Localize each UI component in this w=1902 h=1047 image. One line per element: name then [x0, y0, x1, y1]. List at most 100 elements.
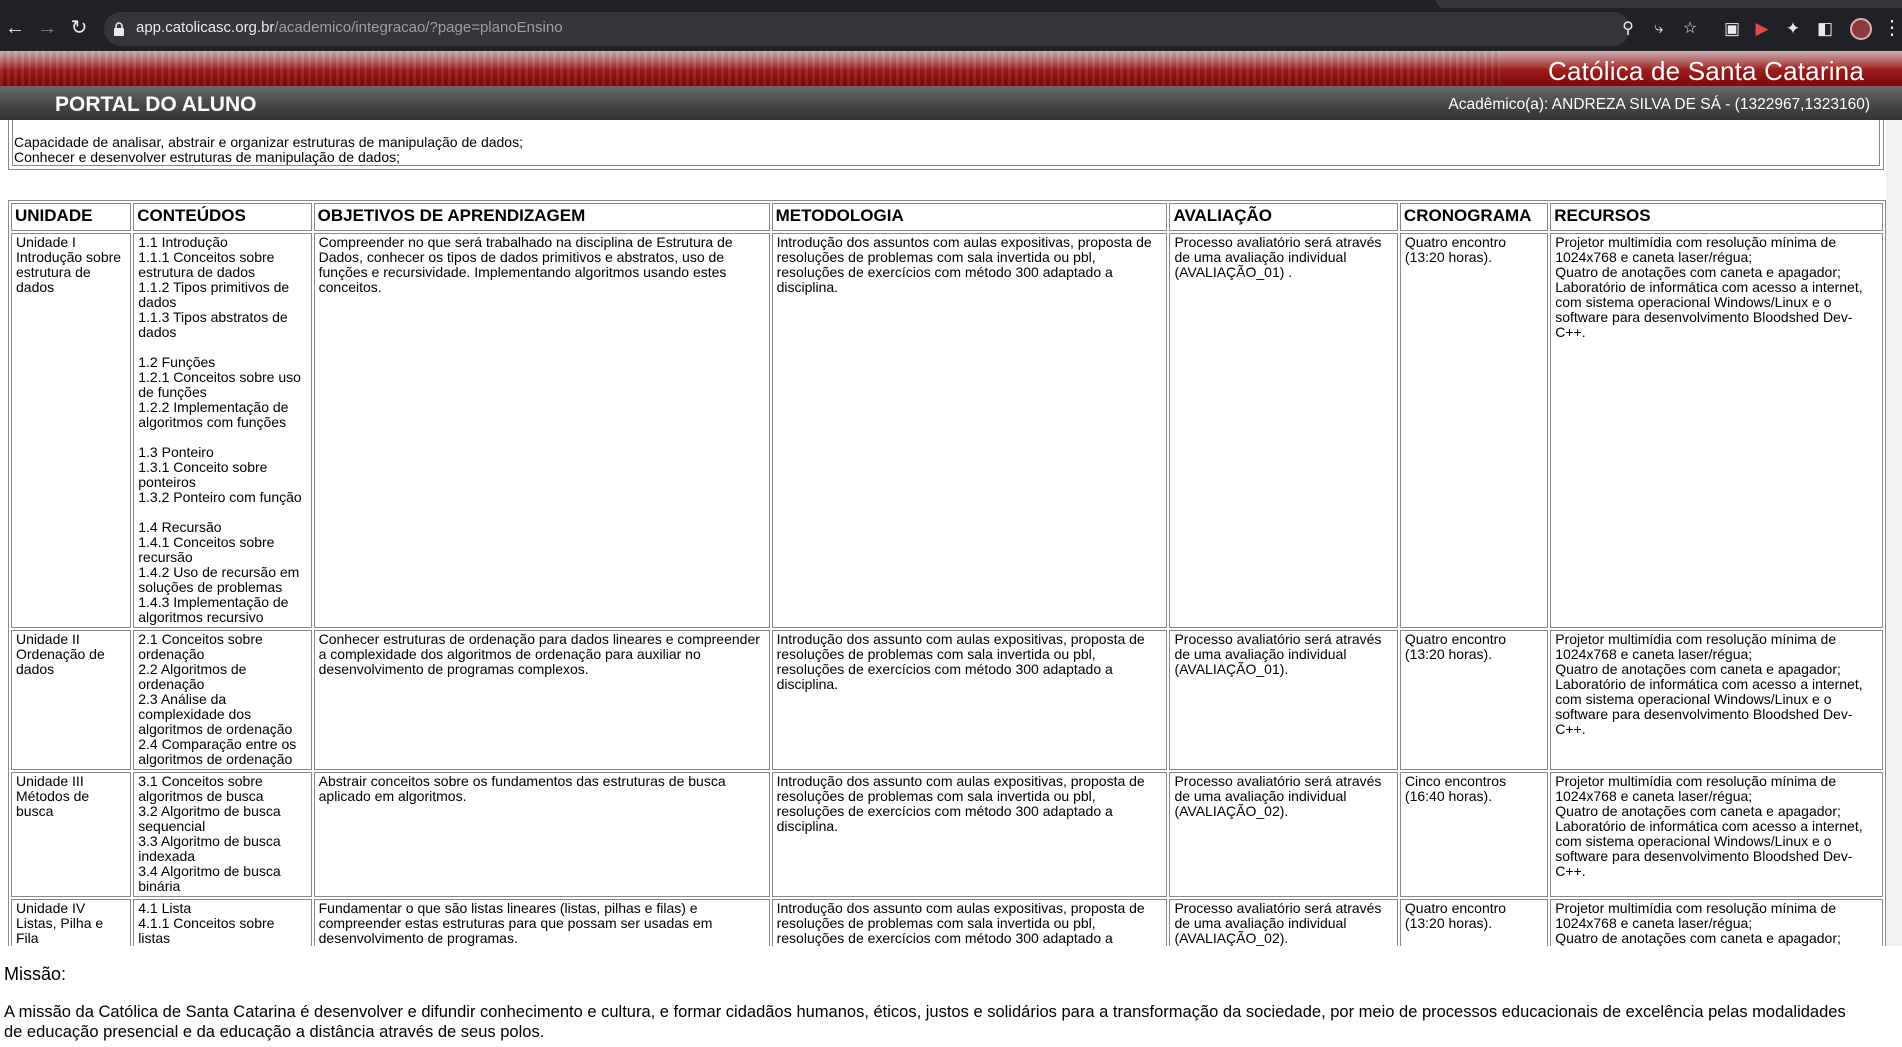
conteudo-item: 2.4 Comparação entre os algoritmos de or… [138, 736, 297, 767]
recurso-item: Laboratório de informática com acesso a … [1555, 818, 1863, 879]
header-metodologia: METODOLOGIA [771, 203, 1168, 231]
banner-texture [0, 51, 1500, 86]
cell-unidade: Unidade III Métodos de busca [11, 772, 132, 897]
sidebar-icon[interactable]: ◧ [1814, 18, 1836, 40]
extension-red-icon[interactable]: ▶ [1751, 18, 1773, 40]
header-cronograma: CRONOGRAMA [1399, 203, 1549, 231]
recurso-item: Projetor multimídia com resolução mínima… [1555, 773, 1837, 804]
share-icon[interactable]: ⤷ [1649, 19, 1669, 39]
conteudo-item: 1.1.2 Tipos primitivos de dados [138, 279, 290, 310]
recurso-item: Quatro de anotações com caneta e apagado… [1555, 803, 1841, 819]
cell-cronograma: Quatro encontro (13:20 horas). [1399, 630, 1549, 770]
recurso-item: Quatro de anotações com caneta e apagado… [1555, 661, 1841, 677]
browser-toolbar: ← → ↻ app.catolicasc.org.br/academico/in… [0, 0, 1902, 51]
cell-objetivos: Conhecer estruturas de ordenação para da… [313, 630, 770, 770]
url-text[interactable]: app.catolicasc.org.br/academico/integrac… [136, 19, 563, 36]
previous-line-2: Conhecer e desenvolver estruturas de man… [14, 149, 401, 165]
conteudo-item: 3.3 Algoritmo de busca indexada [138, 833, 281, 864]
site-banner: Católica de Santa Catarina [0, 51, 1902, 86]
conteudo-item: 1.1.3 Tipos abstratos de dados [138, 309, 288, 340]
star-icon[interactable]: ☆ [1680, 19, 1700, 39]
conteudo-item: 4.1 Lista [138, 900, 192, 916]
portal-bar: PORTAL DO ALUNO Acadêmico(a): ANDREZA SI… [0, 86, 1902, 120]
back-icon[interactable]: ← [4, 17, 26, 39]
cell-metodologia: Introdução dos assuntos com aulas exposi… [771, 233, 1168, 628]
cell-conteudos: 2.1 Conceitos sobre ordenação 2.2 Algorit… [133, 630, 312, 770]
conteudo-item: 1.2.1 Conceitos sobre uso de funções [138, 369, 301, 400]
reload-icon[interactable]: ↻ [68, 17, 90, 39]
table-row: Unidade IV Listas, Pilha e Fila 4.1 Lista… [11, 899, 1883, 946]
cell-objetivos: Compreender no que será trabalhado na di… [313, 233, 770, 628]
recurso-item: Laboratório de informática com acesso a … [1555, 279, 1863, 340]
portal-title: PORTAL DO ALUNO [55, 93, 257, 116]
forward-icon[interactable]: → [36, 17, 58, 39]
cell-avaliacao: Processo avaliatório será através de uma… [1169, 233, 1398, 628]
table-header-row: UNIDADE CONTEÚDOS OBJETIVOS DE APRENDIZA… [11, 203, 1883, 231]
cell-objetivos: Fundamentar o que são listas lineares (l… [313, 899, 770, 946]
conteudo-item: 3.2 Algoritmo de busca sequencial [138, 803, 281, 834]
recurso-item: Laboratório de informática com acesso a … [1555, 676, 1863, 737]
table-row: Unidade III Métodos de busca 3.1 Conceito… [11, 772, 1883, 897]
student-info: Acadêmico(a): ANDREZA SILVA DE SÁ - (132… [1448, 96, 1870, 113]
conteudo-item: 3.1 Conceitos sobre algoritmos de busca [138, 773, 264, 804]
cell-unidade: Unidade IV Listas, Pilha e Fila [11, 899, 132, 946]
cell-avaliacao: Processo avaliatório será através de uma… [1169, 630, 1398, 770]
conteudo-item: 1.1.1 Conceitos sobre estrutura de dados [138, 249, 275, 280]
header-unidade: UNIDADE [11, 203, 132, 231]
recurso-item: Quatro de anotações com caneta e apagado… [1555, 264, 1841, 280]
zoom-icon[interactable]: ⚲ [1618, 19, 1638, 39]
cell-recursos: Projetor multimídia com resolução mínima… [1550, 772, 1883, 897]
conteudo-item: 1.4.3 Implementação de algoritmos recurs… [138, 594, 289, 625]
conteudo-item: 1.2.2 Implementação de algoritmos com fu… [138, 399, 289, 430]
cell-conteudos: 3.1 Conceitos sobre algoritmos de busca 3… [133, 772, 312, 897]
vertical-scrollbar[interactable] [1886, 120, 1902, 946]
conteudo-item: 2.3 Análise da complexidade dos algoritm… [138, 691, 293, 737]
cell-metodologia: Introdução dos assunto com aulas exposit… [771, 772, 1168, 897]
cell-recursos: Projetor multimídia com resolução mínima… [1550, 630, 1883, 770]
recurso-item: Projetor multimídia com resolução mínima… [1555, 900, 1837, 931]
cell-metodologia: Introdução dos assunto com aulas exposit… [771, 899, 1168, 946]
conteudo-item: 1.4.2 Uso de recursão em soluções de pro… [138, 564, 300, 595]
cell-conteudos: 4.1 Lista4.1.1 Conceitos sobre listas4.1… [133, 899, 312, 946]
conteudo-item: 1.3 Ponteiro [138, 444, 214, 460]
brand-title: Católica de Santa Catarina [1548, 56, 1864, 86]
conteudo-item: 4.1.1 Conceitos sobre listas [138, 915, 275, 946]
cell-recursos: Projetor multimídia com resolução mínima… [1550, 899, 1883, 946]
header-conteudos: CONTEÚDOS [133, 203, 312, 231]
previous-line-1: Capacidade de analisar, abstrair e organ… [14, 134, 523, 150]
conteudo-item: 2.2 Algoritmos de ordenação [138, 661, 247, 692]
lock-icon[interactable] [112, 21, 126, 37]
plan-content[interactable]: Capacidade de analisar, abstrair e organ… [0, 120, 1902, 946]
puzzle-icon[interactable]: ✦ [1782, 18, 1804, 40]
cell-metodologia: Introdução dos assunto com aulas exposit… [771, 630, 1168, 770]
table-row: Unidade I Introdução sobre estrutura de … [11, 233, 1883, 628]
active-tab-edge[interactable] [1436, 0, 1902, 8]
conteudo-item: 3.4 Algoritmo de busca binária [138, 863, 281, 894]
conteudo-item: 1.4 Recursão [138, 519, 222, 535]
table-row: Unidade II Ordenação de dados 2.1 Conceit… [11, 630, 1883, 770]
profile-avatar[interactable] [1850, 18, 1872, 40]
cell-avaliacao: Processo avaliatório será através de uma… [1169, 772, 1398, 897]
recurso-item: Quatro de anotações com caneta e apagado… [1555, 930, 1841, 946]
conteudo-item: 1.4.1 Conceitos sobre recursão [138, 534, 275, 565]
cell-cronograma: Quatro encontro (13:20 horas). [1399, 233, 1549, 628]
cell-cronograma: Quatro encontro (13:20 horas). [1399, 899, 1549, 946]
recurso-item: Projetor multimídia com resolução mínima… [1555, 631, 1837, 662]
cell-objetivos: Abstrair conceitos sobre os fundamentos … [313, 772, 770, 897]
recurso-item: Projetor multimídia com resolução mínima… [1555, 234, 1837, 265]
cell-avaliacao: Processo avaliatório será através de uma… [1169, 899, 1398, 946]
menu-icon[interactable]: ⋮ [1882, 16, 1902, 40]
header-objetivos: OBJETIVOS DE APRENDIZAGEM [313, 203, 770, 231]
tab-strip [0, 0, 1902, 10]
conteudo-item: 1.3.2 Ponteiro com função [138, 489, 302, 505]
conteudo-item: 2.1 Conceitos sobre ordenação [138, 631, 263, 662]
cast-icon[interactable]: ▣ [1721, 18, 1743, 40]
conteudo-item: 1.1 Introdução [138, 234, 228, 250]
conteudo-item: 1.2 Funções [138, 354, 216, 370]
cell-recursos: Projetor multimídia com resolução mínima… [1550, 233, 1883, 628]
cell-unidade: Unidade II Ordenação de dados [11, 630, 132, 770]
mission-text: A missão da Católica de Santa Catarina é… [4, 1003, 1846, 1041]
teaching-plan-table: UNIDADE CONTEÚDOS OBJETIVOS DE APRENDIZA… [8, 200, 1886, 946]
cell-unidade: Unidade I Introdução sobre estrutura de … [11, 233, 132, 628]
header-avaliacao: AVALIAÇÃO [1169, 203, 1398, 231]
